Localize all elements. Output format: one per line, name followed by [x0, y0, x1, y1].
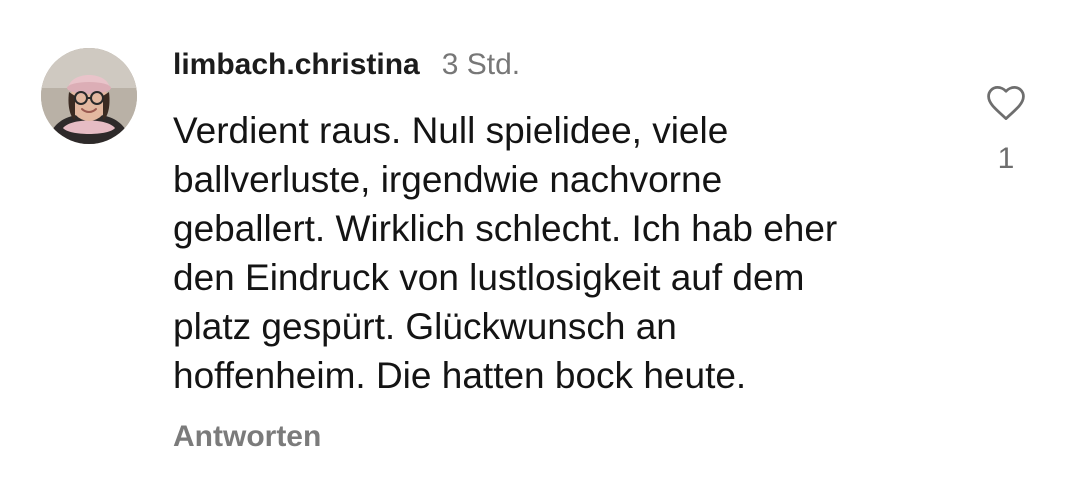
timestamp: 3 Std.: [441, 48, 521, 81]
comment-header: limbach.christina 3 Std.: [173, 48, 520, 88]
comment-text-line: Verdient raus. Null spielidee, viele: [173, 110, 729, 151]
comment-text-line: geballert. Wirklich schlecht. Ich hab eh…: [173, 208, 838, 249]
comment-text: Verdient raus. Null spielidee, viele bal…: [173, 106, 963, 400]
comment-text-line: platz gespürt. Glückwunsch an: [173, 306, 677, 347]
comment-text-line: den Eindruck von lustlosigkeit auf dem: [173, 257, 805, 298]
reply-button[interactable]: Antworten: [173, 420, 321, 454]
heart-outline-icon: [987, 86, 1025, 120]
like-button[interactable]: [984, 81, 1028, 125]
avatar[interactable]: [41, 48, 137, 144]
comment-text-line: hoffenheim. Die hatten bock heute.: [173, 355, 747, 396]
like-count: 1: [997, 142, 1015, 175]
comment-text-line: ballverluste, irgendwie nachvorne: [173, 159, 723, 200]
avatar-photo: [41, 48, 137, 144]
username-link[interactable]: limbach.christina: [173, 48, 420, 82]
comment-item: limbach.christina 3 Std. Verdient raus. …: [0, 0, 1080, 484]
